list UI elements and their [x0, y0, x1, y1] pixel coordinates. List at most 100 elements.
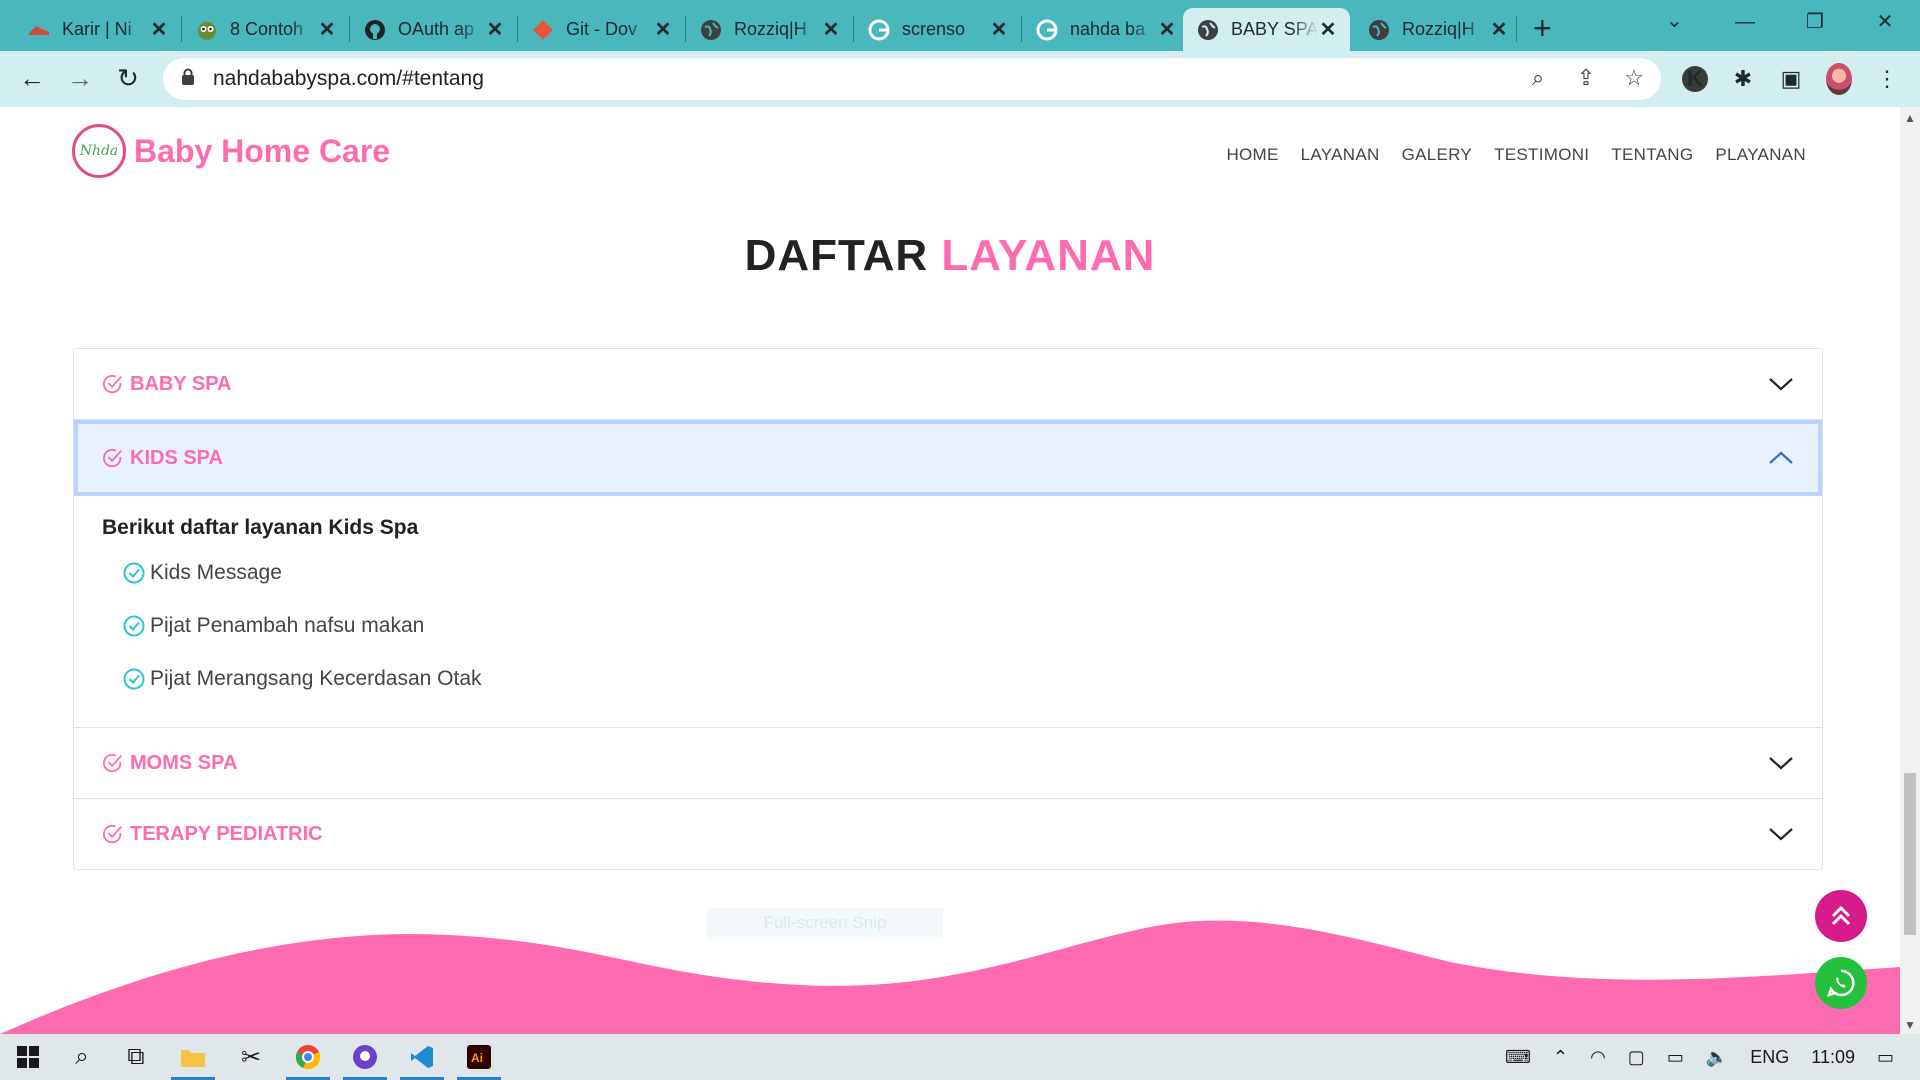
git-icon [532, 19, 554, 41]
chevron-down-icon[interactable] [1768, 755, 1794, 771]
tab-baby-spa[interactable]: BABY SPA ✕ [1183, 8, 1350, 51]
shoe-icon [28, 19, 50, 41]
nav-home[interactable]: HOME [1226, 145, 1278, 165]
scrollbar-thumb[interactable] [1904, 773, 1916, 935]
snipping-icon[interactable]: ✂ [223, 1034, 279, 1080]
url-text[interactable]: nahdababyspa.com/#tentang [213, 67, 484, 91]
brand-name[interactable]: Baby Home Care [134, 133, 390, 170]
tab-title: Karir | Ni [62, 19, 132, 39]
owl-icon [196, 19, 218, 41]
scroll-to-top-button[interactable] [1815, 890, 1867, 942]
nav-testimoni[interactable]: TESTIMONI [1494, 145, 1589, 165]
page-scrollbar[interactable]: ▲ ▼ [1900, 107, 1920, 1034]
extension-k-icon[interactable]: K [1682, 66, 1708, 92]
accordion-header-terapy-pediatric[interactable]: TERAPY PEDIATRIC [74, 799, 1822, 869]
close-icon[interactable]: ✕ [485, 17, 505, 42]
profile-avatar[interactable] [1826, 63, 1852, 95]
side-panel-icon[interactable]: ▣ [1778, 66, 1804, 92]
scroll-down-icon[interactable]: ▼ [1904, 1018, 1916, 1032]
services-accordion: BABY SPA KIDS SPA Berikut daftar layanan… [73, 348, 1823, 870]
vscode-icon[interactable] [394, 1034, 450, 1080]
google-icon [868, 19, 890, 41]
accordion-header-baby-spa[interactable]: BABY SPA [74, 349, 1822, 419]
chrome-icon[interactable] [280, 1034, 336, 1080]
tab-title: OAuth ap [398, 19, 475, 39]
windows-start-icon[interactable] [0, 1034, 56, 1080]
window-controls: — ❐ ✕ [1710, 0, 1920, 44]
check-circle-icon [123, 562, 145, 583]
zoom-icon[interactable]: ⌕ [1525, 65, 1551, 91]
close-window-button[interactable]: ✕ [1850, 0, 1920, 44]
tab-contoh[interactable]: 8 Contoh ✕ [182, 8, 349, 51]
tab-bar: Karir | Ni ✕ 8 Contoh ✕ OAuth ap ✕ Git -… [0, 0, 1920, 51]
chevron-up-icon[interactable] [1768, 450, 1794, 466]
language-indicator[interactable]: ENG [1750, 1047, 1789, 1068]
illustrator-icon[interactable]: Ai [451, 1034, 507, 1080]
clock[interactable]: 11:09 [1811, 1047, 1855, 1068]
new-tab-button[interactable]: + [1533, 10, 1552, 47]
minimize-button[interactable]: — [1710, 0, 1780, 44]
scroll-up-icon[interactable]: ▲ [1904, 111, 1916, 125]
main-nav: HOME LAYANAN GALERY TESTIMONI TENTANG PL… [1226, 145, 1806, 165]
whatsapp-button[interactable] [1815, 957, 1867, 1009]
system-tray: ⌨ ⌃ ◠ ▢ ▭ 🔈 ENG 11:09 ▭ [1505, 1034, 1920, 1080]
bookmark-star-icon[interactable]: ☆ [1621, 65, 1647, 91]
tab-rozziq-1[interactable]: Rozziq|H ✕ [686, 8, 853, 51]
tab-title: BABY SPA [1231, 19, 1318, 39]
task-view-icon[interactable]: ⧉ [108, 1034, 164, 1080]
close-icon[interactable]: ✕ [149, 17, 169, 42]
site-logo[interactable]: Nhda [72, 124, 126, 178]
extensions-puzzle-icon[interactable]: ✱ [1730, 66, 1756, 92]
github-icon [364, 19, 386, 41]
forward-icon[interactable]: → [62, 63, 98, 94]
tab-nahda-search[interactable]: nahda ba ✕ [1022, 8, 1189, 51]
chevron-down-icon[interactable] [1768, 376, 1794, 392]
close-icon[interactable]: ✕ [1318, 17, 1338, 42]
battery-icon[interactable]: ▭ [1667, 1047, 1684, 1068]
chevron-up-icon[interactable]: ⌃ [1553, 1047, 1568, 1068]
address-bar[interactable]: nahdababyspa.com/#tentang ⌕ ⇪ ☆ [163, 58, 1661, 100]
accordion-header-moms-spa[interactable]: MOMS SPA [74, 728, 1822, 798]
nav-playanan[interactable]: PLAYANAN [1715, 145, 1806, 165]
service-name: Pijat Penambah nafsu makan [150, 613, 425, 637]
tab-karir[interactable]: Karir | Ni ✕ [14, 8, 181, 51]
tab-screenshot-search[interactable]: screnso ✕ [854, 8, 1021, 51]
close-icon[interactable]: ✕ [989, 17, 1009, 42]
reload-icon[interactable]: ↻ [110, 63, 146, 94]
restore-button[interactable]: ❐ [1780, 0, 1850, 44]
nav-galery[interactable]: GALERY [1402, 145, 1472, 165]
close-icon[interactable]: ✕ [1489, 17, 1509, 42]
github-desktop-icon[interactable] [337, 1034, 393, 1080]
globe-icon [700, 19, 722, 41]
tab-title: nahda ba [1070, 19, 1146, 39]
tab-oauth[interactable]: OAuth ap ✕ [350, 8, 517, 51]
wifi-icon[interactable]: ◠ [1590, 1047, 1606, 1068]
accordion-item-kids-spa: KIDS SPA Berikut daftar layanan Kids Spa… [74, 420, 1822, 728]
nav-layanan[interactable]: LAYANAN [1301, 145, 1380, 165]
accordion-label: TERAPY PEDIATRIC [130, 822, 323, 845]
back-icon[interactable]: ← [14, 63, 50, 94]
meet-now-icon[interactable]: ▢ [1628, 1047, 1645, 1068]
share-icon[interactable]: ⇪ [1573, 65, 1599, 91]
chevron-down-icon[interactable] [1768, 826, 1794, 842]
menu-kebab-icon[interactable]: ⋮ [1874, 66, 1900, 92]
close-icon[interactable]: ✕ [1157, 17, 1177, 42]
notification-icon[interactable]: ▭ [1877, 1047, 1894, 1068]
nav-tentang[interactable]: TENTANG [1611, 145, 1693, 165]
touch-keyboard-icon[interactable]: ⌨ [1505, 1047, 1531, 1068]
accordion-intro: Berikut daftar layanan Kids Spa [102, 516, 419, 539]
close-icon[interactable]: ✕ [653, 17, 673, 42]
tab-rozziq-2[interactable]: Rozziq|H ✕ [1354, 8, 1521, 51]
accordion-header-kids-spa[interactable]: KIDS SPA [74, 420, 1822, 496]
tab-git[interactable]: Git - Dov ✕ [518, 8, 685, 51]
lock-icon[interactable] [181, 68, 205, 91]
search-icon[interactable]: ⌕ [54, 1034, 110, 1080]
tab-search-icon[interactable]: ⌄ [1666, 8, 1683, 33]
close-icon[interactable]: ✕ [317, 17, 337, 42]
web-page: Nhda Baby Home Care HOME LAYANAN GALERY … [0, 107, 1900, 1034]
file-explorer-icon[interactable] [165, 1034, 221, 1080]
check-circle-icon [103, 374, 122, 394]
site-brand[interactable]: Nhda Baby Home Care [72, 124, 390, 178]
volume-icon[interactable]: 🔈 [1706, 1047, 1728, 1068]
close-icon[interactable]: ✕ [821, 17, 841, 42]
